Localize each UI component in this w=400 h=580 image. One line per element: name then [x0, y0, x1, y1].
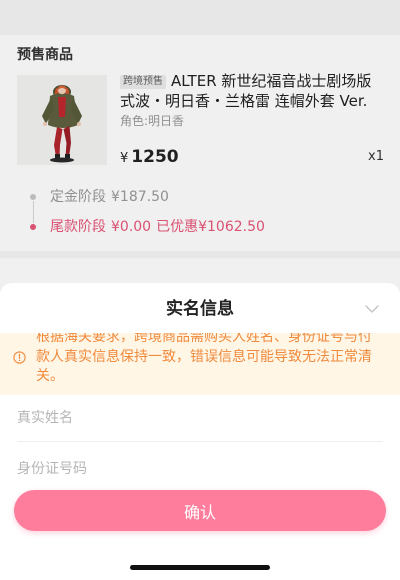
notice-text: 根据海关要求，跨境商品需购买人姓名、身份证号与付款人真实信息保持一致，错误信息可… — [36, 333, 372, 384]
sheet-header: 实名信息 — [0, 283, 400, 335]
collapse-sheet-button[interactable] — [360, 297, 384, 321]
id-number-input[interactable] — [17, 461, 383, 477]
real-name-row — [17, 395, 383, 442]
real-name-input[interactable] — [17, 410, 383, 426]
chevron-down-icon — [365, 305, 379, 313]
sheet-title: 实名信息 — [166, 299, 234, 319]
id-number-row — [17, 446, 383, 492]
home-indicator — [130, 565, 270, 570]
real-name-sheet: 实名信息 根据海关要求，跨境商品需购买人姓名、身份证号与付款人真实信息保持一致，… — [0, 283, 400, 580]
customs-notice: 根据海关要求，跨境商品需购买人姓名、身份证号与付款人真实信息保持一致，错误信息可… — [0, 333, 400, 395]
info-circle-icon — [13, 351, 26, 364]
confirm-button[interactable]: 确认 — [14, 490, 386, 531]
